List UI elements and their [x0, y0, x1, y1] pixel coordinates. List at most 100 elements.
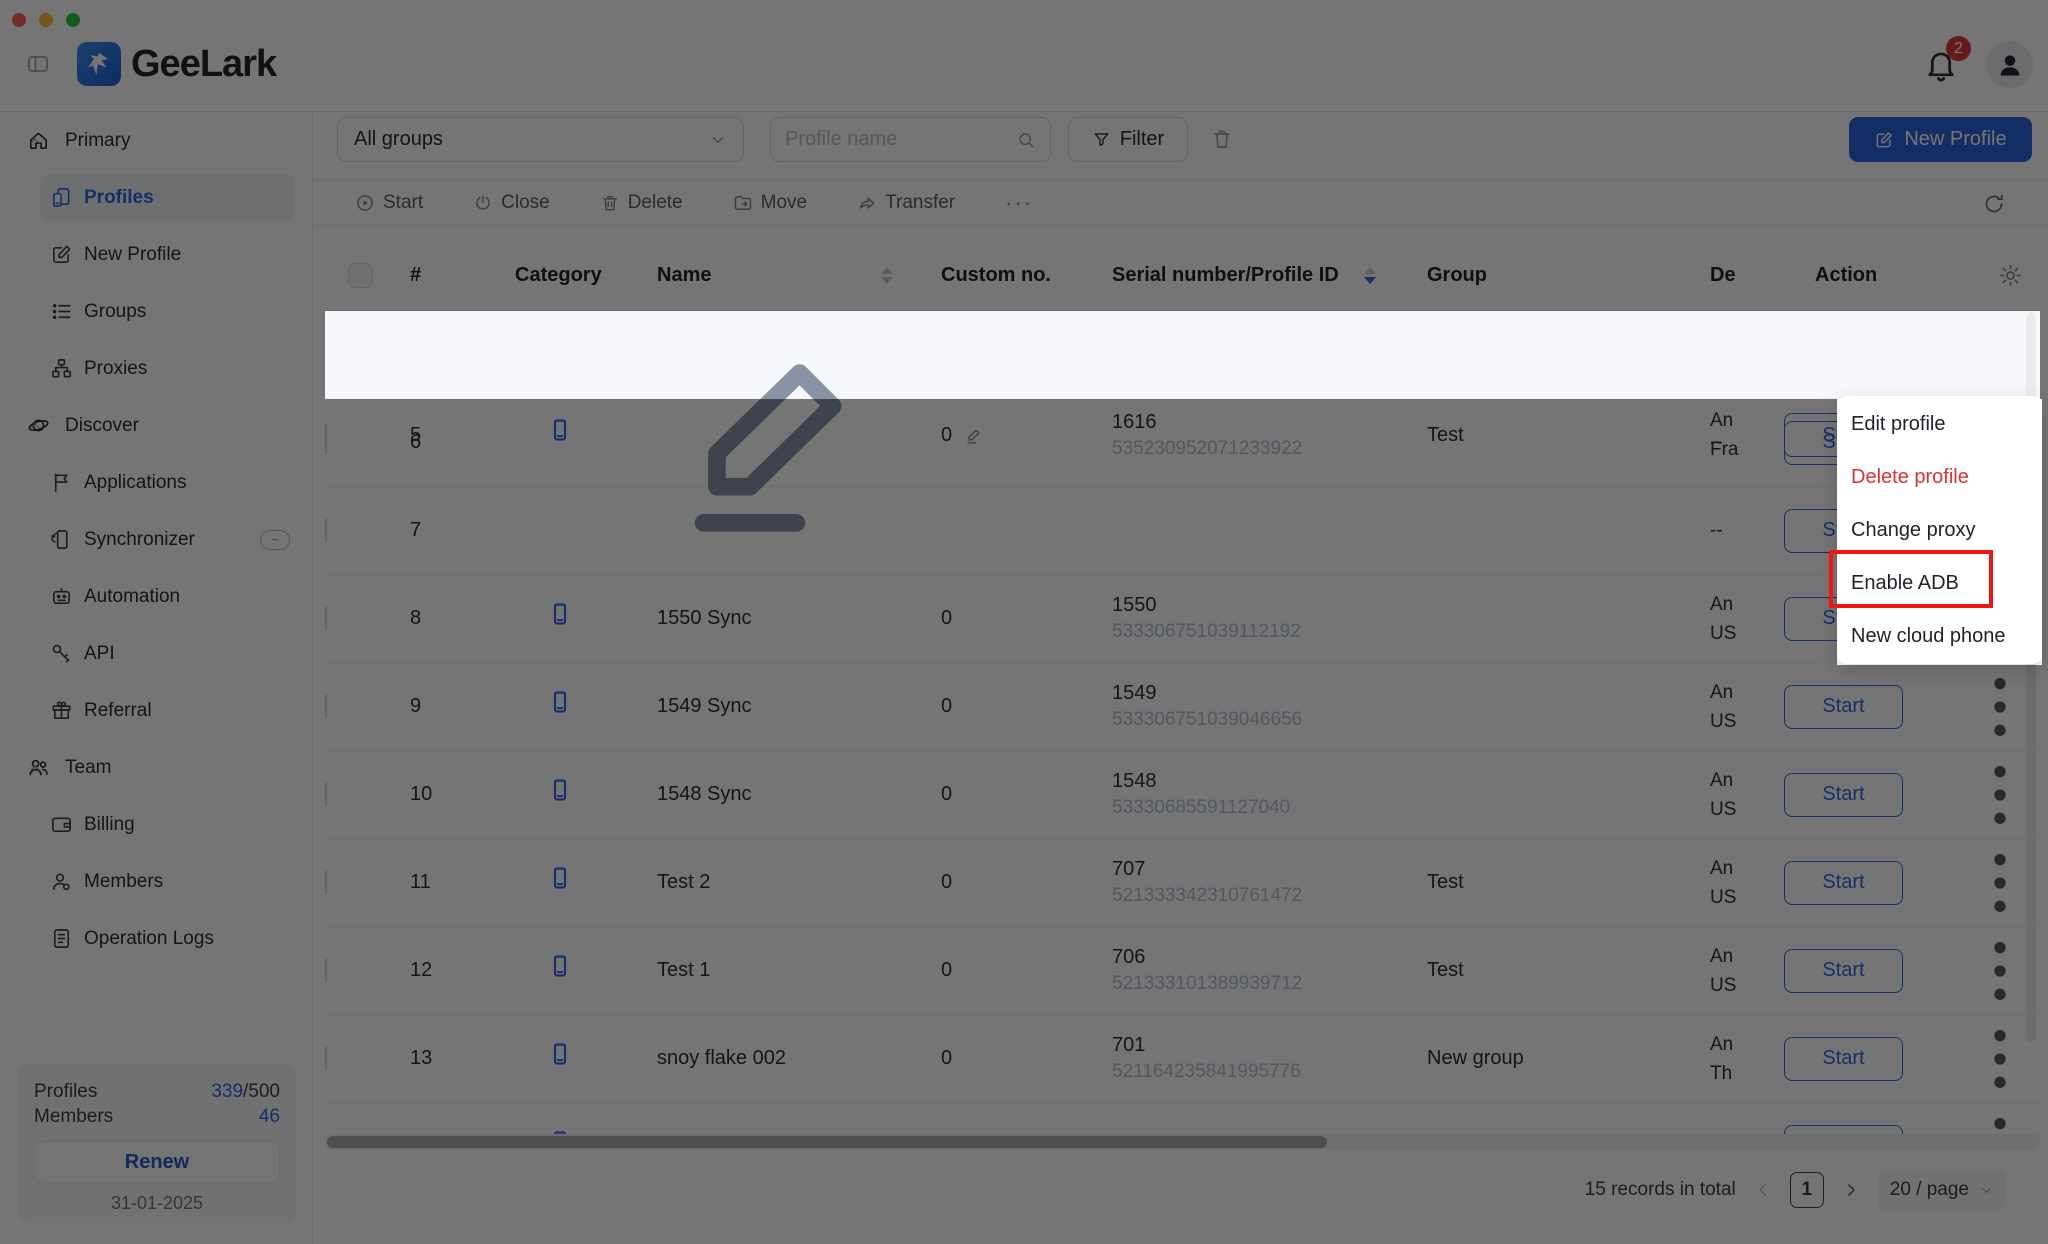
automation-icon: [50, 585, 73, 608]
pagination: 15 records in total 1 20 / page: [313, 1160, 2048, 1220]
menu-item-delete-profile[interactable]: Delete profile: [1837, 451, 2042, 504]
sidebar-item-automation[interactable]: Automation: [0, 568, 312, 625]
renew-button[interactable]: Renew: [34, 1141, 280, 1183]
members-icon: [50, 870, 73, 893]
col-header-serial[interactable]: Serial number/Profile ID: [1090, 240, 1400, 310]
sidebar-section-team[interactable]: Team: [0, 739, 312, 796]
start-button[interactable]: Start: [1784, 1037, 1903, 1081]
column-settings-gear-icon[interactable]: [1998, 263, 2023, 288]
next-page-icon[interactable]: [1842, 1181, 1860, 1199]
sidebar-item-applications[interactable]: Applications: [0, 454, 312, 511]
chevron-up-icon: [27, 760, 43, 776]
phone-icon: [548, 954, 572, 978]
sidebar-item-profiles[interactable]: Profiles: [0, 169, 312, 226]
move-action-button[interactable]: Move: [733, 192, 807, 214]
table-body: 501616535230952071233922TestAnFraStart6-…: [325, 311, 2040, 1135]
proxies-icon: [50, 357, 73, 380]
sidebar-section-discover[interactable]: Discover: [0, 397, 312, 454]
prev-page-icon[interactable]: [1754, 1181, 1772, 1199]
profile-name-cell: 1549 Sync: [630, 695, 905, 718]
row-checkbox[interactable]: [325, 782, 327, 806]
phone-icon: [548, 418, 572, 442]
row-checkbox[interactable]: [325, 694, 327, 718]
cloud-phone-icon: [548, 866, 572, 900]
sidebar-item-members[interactable]: Members: [0, 853, 312, 910]
row-number: 12: [395, 959, 490, 982]
row-checkbox[interactable]: [325, 430, 327, 454]
edit-name-icon[interactable]: [657, 311, 905, 559]
start-button[interactable]: Start: [1784, 773, 1903, 817]
row-checkbox[interactable]: [325, 1046, 327, 1070]
profile-name-cell: 1550 Sync: [630, 607, 905, 630]
profile-name-cell: snoy flake 002: [630, 1047, 905, 1070]
sidebar-toggle-icon[interactable]: [26, 52, 50, 76]
refresh-icon[interactable]: [1982, 192, 2006, 216]
select-all-checkbox[interactable]: [348, 263, 373, 288]
menu-item-change-proxy[interactable]: Change proxy: [1837, 504, 2042, 557]
profile-name-search-input[interactable]: Profile name: [770, 117, 1051, 162]
group-cell: Test: [1400, 424, 1690, 447]
device-cell: AnUS: [1690, 854, 1770, 912]
col-header-name[interactable]: Name: [630, 240, 905, 310]
row-checkbox[interactable]: [325, 606, 327, 630]
new-profile-icon: [50, 243, 73, 266]
menu-item-enable-adb[interactable]: Enable ADB: [1837, 557, 2042, 610]
custom-no-cell: 0: [905, 783, 1090, 806]
sidebar-item-api[interactable]: API: [0, 625, 312, 682]
sidebar-item-new-profile[interactable]: New Profile: [0, 226, 312, 283]
page-size-select[interactable]: 20 / page: [1878, 1170, 2006, 1210]
search-icon: [1016, 130, 1036, 150]
filter-button[interactable]: Filter: [1068, 117, 1188, 162]
row-number: 13: [395, 1047, 490, 1070]
group-filter-select[interactable]: All groups: [337, 117, 744, 162]
row-checkbox[interactable]: [325, 1134, 327, 1135]
transfer-icon: [857, 193, 877, 213]
sidebar-item-synchronizer[interactable]: Synchronizer~: [0, 511, 312, 568]
sidebar-item-referral[interactable]: Referral: [0, 682, 312, 739]
col-header-device: De: [1690, 240, 1770, 310]
row-checkbox[interactable]: [325, 958, 327, 982]
user-avatar[interactable]: [1986, 41, 2033, 88]
groups-icon: [50, 300, 73, 323]
transfer-action-button[interactable]: Transfer: [857, 192, 955, 214]
more-actions-button[interactable]: ···: [1005, 190, 1033, 216]
start-button[interactable]: Start: [1784, 949, 1903, 993]
delete-action-button[interactable]: Delete: [600, 192, 683, 214]
sync-status-badge: ~: [260, 530, 290, 550]
minimize-window-button[interactable]: [39, 13, 53, 27]
close-action-button[interactable]: Close: [473, 192, 550, 214]
start-action-button[interactable]: Start: [355, 192, 423, 214]
row-checkbox[interactable]: [325, 870, 327, 894]
sidebar-item-groups[interactable]: Groups: [0, 283, 312, 340]
clear-filter-icon[interactable]: [1210, 127, 1234, 151]
sidebar-item-proxies[interactable]: Proxies: [0, 340, 312, 397]
col-header-action: Action: [1770, 240, 1960, 310]
menu-item-edit-profile[interactable]: Edit profile: [1837, 398, 2042, 451]
edit-custom-no-icon[interactable]: [964, 425, 985, 446]
current-page-button[interactable]: 1: [1790, 1172, 1824, 1208]
referral-icon: [50, 699, 73, 722]
phone-icon: [548, 778, 572, 802]
row-checkbox[interactable]: [325, 518, 327, 542]
usage-card: Profiles 339/500 Members 46 Renew 31-01-…: [18, 1063, 296, 1223]
horizontal-scrollbar[interactable]: [325, 1134, 2040, 1150]
sidebar-item-operation-logs[interactable]: Operation Logs: [0, 910, 312, 967]
start-button[interactable]: Start: [1784, 861, 1903, 905]
group-cell: Test: [1400, 959, 1690, 982]
close-window-button[interactable]: [12, 13, 26, 27]
phone-icon: [548, 1042, 572, 1066]
move-icon: [733, 193, 753, 213]
horizontal-scrollbar-thumb[interactable]: [327, 1136, 1327, 1148]
row-more-menu-icon[interactable]: [1960, 1107, 2040, 1136]
new-profile-button[interactable]: New Profile: [1849, 117, 2032, 162]
sidebar-item-billing[interactable]: Billing: [0, 796, 312, 853]
menu-item-new-cloud-phone[interactable]: New cloud phone: [1837, 610, 2042, 663]
sort-serial-icon[interactable]: [1364, 267, 1376, 284]
table-header: # Category Name Custom no. Serial number…: [325, 240, 2040, 311]
sort-name-icon[interactable]: [881, 267, 893, 284]
phone-icon: [548, 602, 572, 626]
notifications-button[interactable]: 2: [1922, 46, 1962, 86]
zoom-window-button[interactable]: [66, 13, 80, 27]
start-button[interactable]: Start: [1784, 685, 1903, 729]
sidebar-section-primary[interactable]: Primary: [0, 112, 312, 169]
